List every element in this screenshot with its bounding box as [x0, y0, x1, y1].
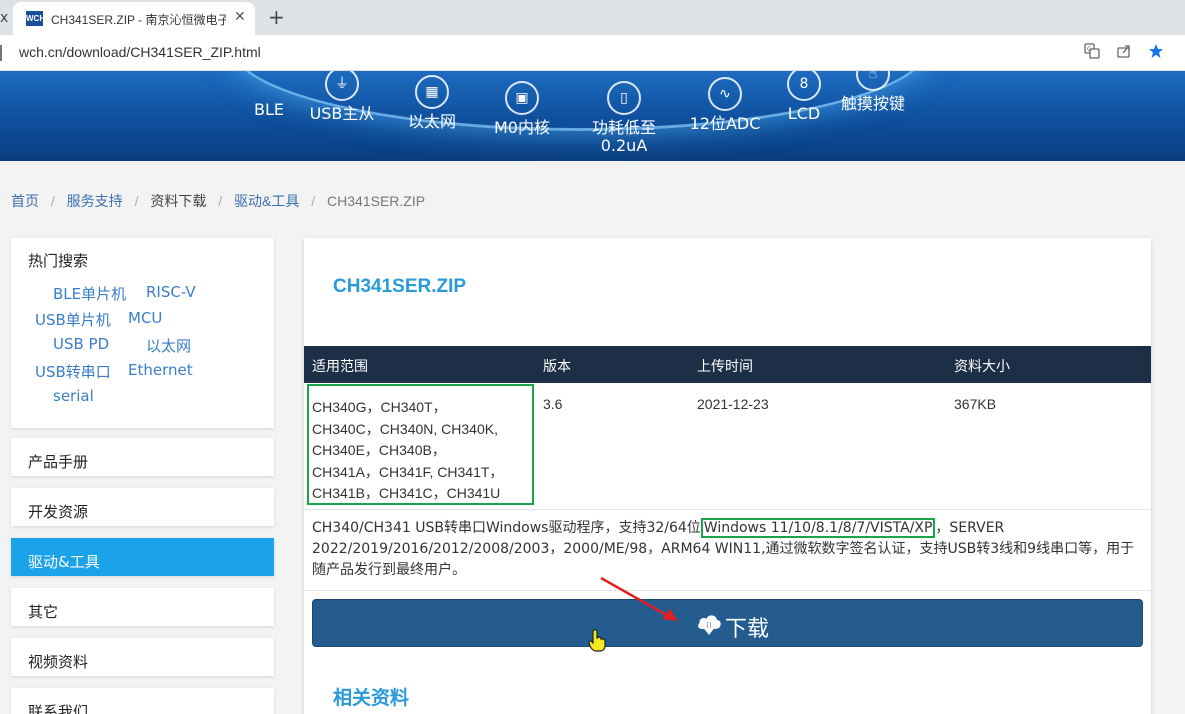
hot-search-title: 热门搜索 — [28, 252, 89, 270]
header-size: 资料大小 — [954, 359, 1010, 375]
adc-wave-icon: ∿ — [708, 77, 742, 111]
banner-label: BLE — [254, 100, 284, 119]
new-tab-button[interactable]: + — [268, 5, 285, 29]
sidebar-item-manuals[interactable]: 产品手册 — [11, 438, 274, 476]
page-title: CH341SER.ZIP — [333, 276, 467, 297]
hot-search-panel: 热门搜索 BLE单片机 RISC-V USB单片机 MCU USB PD 以太网… — [11, 238, 274, 428]
previous-tab-close-icon[interactable]: x — [0, 10, 8, 26]
table-header: 适用范围 版本 上传时间 资料大小 — [304, 346, 1151, 383]
banner-label: 以太网 — [407, 112, 456, 131]
sidebar-item-other[interactable]: 其它 — [11, 588, 274, 626]
tab-title: CH341SER.ZIP - 南京沁恒微电子 — [51, 13, 226, 27]
breadcrumb-separator: / — [134, 193, 139, 209]
sidebar-item-contact[interactable]: 联系我们 — [11, 688, 274, 714]
hot-link-ethernet[interactable]: Ethernet — [128, 361, 193, 379]
banner-item-usb: ⏚ USB主从 — [306, 71, 378, 123]
version-cell: 3.6 — [543, 396, 563, 412]
address-bar: wch.cn/download/CH341SER_ZIP.html G — [0, 35, 1185, 71]
related-resources-title: 相关资料 — [333, 687, 410, 709]
banner-label: M0内核 — [494, 118, 550, 137]
download-button[interactable]: 下载 — [312, 599, 1143, 647]
browser-tab-bar: x WCH CH341SER.ZIP - 南京沁恒微电子 ✕ + — [0, 0, 1185, 35]
tab-close-icon[interactable]: ✕ — [234, 9, 246, 25]
banner-item-lcd: 8 LCD — [784, 71, 824, 123]
hand-cursor-icon — [588, 629, 606, 652]
upload-date-cell: 2021-12-23 — [697, 396, 769, 412]
breadcrumb-current: CH341SER.ZIP — [327, 193, 426, 209]
banner-label: USB主从 — [309, 104, 375, 123]
lcd-digit-icon: 8 — [787, 71, 821, 101]
sidebar-item-drivers-tools[interactable]: 驱动&工具 — [11, 538, 274, 576]
wch-favicon-icon: WCH — [26, 11, 45, 26]
bookmark-star-icon[interactable] — [1146, 43, 1166, 63]
sidebar-item-videos[interactable]: 视频资料 — [11, 638, 274, 676]
scope-highlight-box — [307, 384, 534, 505]
banner-label: 功耗低至 — [591, 118, 656, 137]
site-info-icon[interactable] — [0, 45, 4, 61]
hot-link-ble-mcu[interactable]: BLE单片机 — [53, 283, 126, 304]
breadcrumb-drivers[interactable]: 驱动&工具 — [234, 193, 299, 209]
product-banner: BLE ⏚ USB主从 ▦ 以太网 ▣ M0内核 ▯ 功耗低至 0.2uA ∿ … — [0, 71, 1185, 161]
download-label: 下载 — [725, 617, 770, 642]
banner-label: 0.2uA — [600, 136, 648, 155]
hot-link-mcu[interactable]: MCU — [128, 309, 162, 327]
header-version: 版本 — [543, 359, 571, 375]
breadcrumb-download: 资料下载 — [150, 193, 207, 209]
banner-item-ethernet: ▦ 以太网 — [404, 75, 460, 131]
breadcrumb-separator: / — [218, 193, 223, 209]
annotation-arrow-icon — [600, 576, 678, 621]
banner-label: LCD — [787, 104, 821, 123]
banner-item-ble: BLE — [250, 71, 288, 119]
banner-item-m0: ▣ M0内核 — [490, 81, 554, 137]
touch-icon: ☝ — [856, 71, 890, 91]
url-input[interactable]: wch.cn/download/CH341SER_ZIP.html — [19, 44, 261, 60]
sidebar-item-dev-resources[interactable]: 开发资源 — [11, 488, 274, 526]
cloud-download-icon — [698, 615, 721, 635]
banner-item-adc: ∿ 12位ADC — [685, 77, 765, 133]
banner-label: 12位ADC — [689, 114, 761, 133]
size-cell: 367KB — [954, 396, 997, 412]
hot-link-usb-serial[interactable]: USB转串口 — [35, 361, 111, 382]
windows-versions-highlight: Windows 11/10/8.1/8/7/VISTA/XP — [700, 518, 936, 538]
banner-label: 触摸按键 — [840, 94, 905, 113]
breadcrumb-separator: / — [311, 193, 316, 209]
header-upload-time: 上传时间 — [697, 359, 753, 375]
battery-icon: ▯ — [607, 81, 641, 115]
header-scope: 适用范围 — [312, 359, 368, 375]
breadcrumb-separator: / — [50, 193, 55, 209]
description-text: CH340/CH341 USB转串口Windows驱动程序，支持32/64位 Wi… — [312, 518, 1142, 581]
translate-icon[interactable]: G — [1082, 43, 1102, 63]
hot-link-risc-v[interactable]: RISC-V — [146, 283, 196, 301]
chip-icon: ▣ — [505, 81, 539, 115]
usb-icon: ⏚ — [325, 71, 359, 101]
share-icon[interactable] — [1114, 43, 1134, 63]
banner-item-power: ▯ 功耗低至 0.2uA — [586, 81, 662, 155]
hot-link-serial[interactable]: serial — [53, 387, 94, 405]
description-part: CH340/CH341 USB转串口Windows驱动程序，支持32/64位 — [312, 520, 701, 536]
row-divider — [304, 590, 1151, 591]
browser-tab-active[interactable]: WCH CH341SER.ZIP - 南京沁恒微电子 ✕ — [13, 2, 255, 35]
row-divider — [304, 509, 1151, 510]
download-detail-card: CH341SER.ZIP 适用范围 版本 上传时间 资料大小 CH340G，CH… — [304, 238, 1151, 714]
breadcrumb-home[interactable]: 首页 — [11, 193, 39, 209]
breadcrumb: 首页 / 服务支持 / 资料下载 / 驱动&工具 / CH341SER.ZIP — [11, 191, 425, 211]
hot-link-usb-mcu[interactable]: USB单片机 — [35, 309, 111, 330]
svg-text:G: G — [1087, 46, 1092, 53]
breadcrumb-service[interactable]: 服务支持 — [67, 193, 123, 209]
hot-link-usb-pd[interactable]: USB PD — [53, 335, 109, 353]
ethernet-icon: ▦ — [415, 75, 449, 109]
banner-item-touch: ☝ 触摸按键 — [836, 71, 910, 113]
hot-link-ethernet-cn[interactable]: 以太网 — [146, 335, 191, 356]
